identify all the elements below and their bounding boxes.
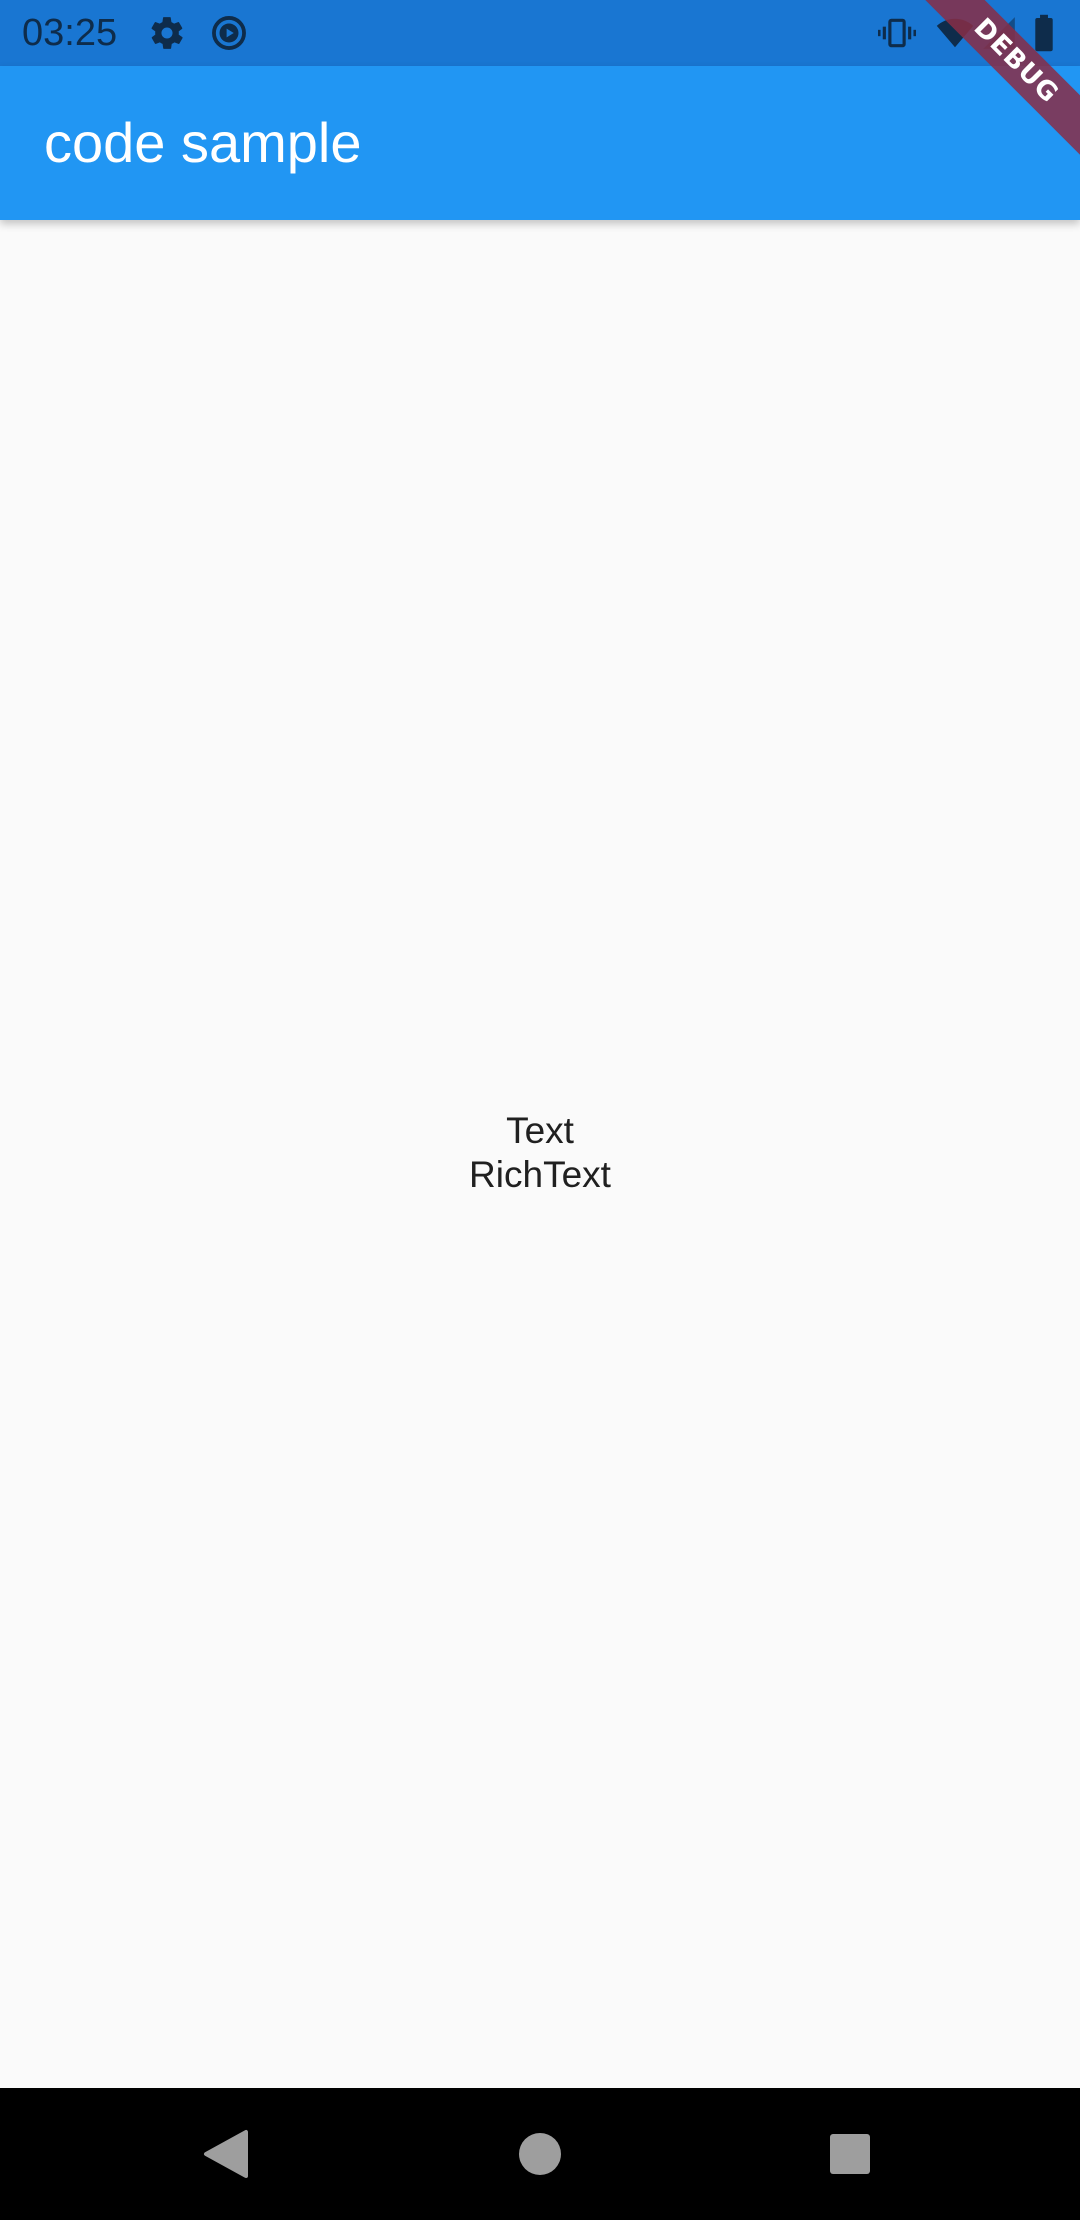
screen: 03:25 code sample Text RichText DEBUG — [0, 0, 1080, 2220]
rich-text-widget: RichText — [469, 1154, 611, 1195]
vibrate-icon — [878, 14, 916, 52]
back-icon[interactable] — [190, 2118, 262, 2190]
gear-icon — [148, 14, 186, 52]
text-widget: Text — [506, 1110, 574, 1151]
recents-icon[interactable] — [814, 2118, 886, 2190]
navigation-bar — [0, 2088, 1080, 2220]
body-area: Text RichText — [0, 220, 1080, 2088]
battery-icon — [1030, 14, 1058, 52]
app-bar: code sample — [0, 66, 1080, 220]
play-circle-icon — [210, 14, 248, 52]
status-bar: 03:25 — [0, 0, 1080, 66]
status-time: 03:25 — [22, 12, 118, 54]
wifi-icon — [936, 14, 974, 52]
signal-icon — [980, 14, 1018, 52]
home-icon[interactable] — [504, 2118, 576, 2190]
app-title: code sample — [44, 111, 362, 174]
